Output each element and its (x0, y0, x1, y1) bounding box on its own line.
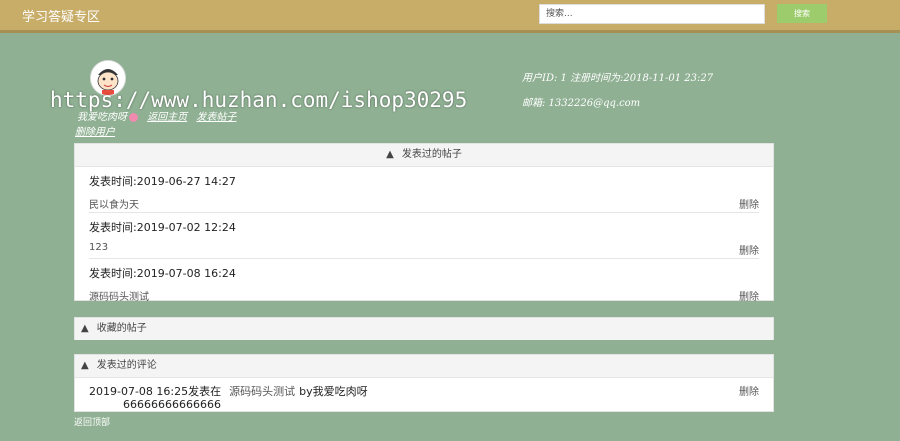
comment-author: by我爱吃肉呀 (299, 385, 368, 398)
post-item: 发表时间:2019-06-27 14:27 民以食为天 删除 (89, 167, 759, 213)
delete-post-button[interactable]: 删除 (739, 196, 759, 211)
comment-post-link[interactable]: 源码码头测试 (229, 385, 295, 398)
post-time: 发表时间:2019-06-27 14:27 (89, 175, 236, 188)
comments-panel-title: 发表过的评论 (96, 360, 157, 371)
post-time: 发表时间:2019-07-02 12:24 (89, 221, 236, 234)
post-title-link[interactable]: 源码码头测试 (89, 288, 149, 303)
posts-panel: ▲ 发表过的帖子 发表时间:2019-06-27 14:27 民以食为天 删除 发… (74, 143, 774, 304)
users-icon: ▲ (386, 149, 394, 160)
favorites-panel-title: 收藏的帖子 (96, 323, 147, 334)
posts-panel-header: ▲ 发表过的帖子 (75, 144, 773, 167)
comment-text: 66666666666666 (123, 398, 221, 411)
comment-date: 2019-07-08 16:25发表在 (89, 385, 222, 398)
delete-post-button[interactable]: 删除 (739, 288, 759, 303)
user-email: 邮箱: 1332226@qq.com (522, 98, 641, 109)
username: 我爱吃肉呀 (77, 112, 127, 123)
post-title-link[interactable]: 民以食为天 (89, 196, 139, 211)
comments-panel: ▲ 发表过的评论 2019-07-08 16:25发表在 源码码头测试 by我爱吃肉呀… (74, 354, 774, 412)
favorites-panel-header[interactable]: ▲ 收藏的帖子 (75, 318, 773, 340)
site-title[interactable]: 学习答疑专区 (22, 6, 100, 25)
post-item: 发表时间:2019-07-08 16:24 源码码头测试 删除 (89, 259, 759, 304)
search-button[interactable]: 搜索 (777, 4, 827, 23)
favorites-panel: ▲ 收藏的帖子 (74, 317, 774, 340)
post-title-link[interactable]: 123 (89, 242, 108, 253)
back-to-top-link[interactable]: 返回顶部 (74, 415, 110, 428)
comment-item: 2019-07-08 16:25发表在 源码码头测试 by我爱吃肉呀 6666666… (89, 378, 759, 412)
delete-post-button[interactable]: 删除 (739, 242, 759, 257)
users-icon: ▲ (81, 360, 89, 371)
badge-icon (129, 113, 138, 122)
user-info: 用户ID: 1 注册时间为:2018-11-01 23:27 (522, 73, 714, 84)
search-input[interactable] (539, 4, 765, 24)
post-item: 发表时间:2019-07-02 12:24 123 删除 (89, 213, 759, 259)
watermark-text: https://www.huzhan.com/ishop30295 (50, 88, 468, 112)
delete-user-link[interactable]: 删除用户 (75, 123, 115, 138)
comment-meta: 2019-07-08 16:25发表在 源码码头测试 by我爱吃肉呀 (89, 383, 368, 399)
delete-comment-button[interactable]: 删除 (739, 383, 759, 398)
comments-panel-header: ▲ 发表过的评论 (75, 355, 773, 378)
users-icon: ▲ (81, 323, 89, 334)
posts-panel-title: 发表过的帖子 (401, 149, 462, 160)
post-time: 发表时间:2019-07-08 16:24 (89, 267, 236, 280)
back-home-link[interactable]: 返回主页 (147, 112, 187, 123)
new-post-link[interactable]: 发表帖子 (196, 112, 236, 123)
top-nav-bar: 学习答疑专区 搜索 (0, 0, 900, 33)
